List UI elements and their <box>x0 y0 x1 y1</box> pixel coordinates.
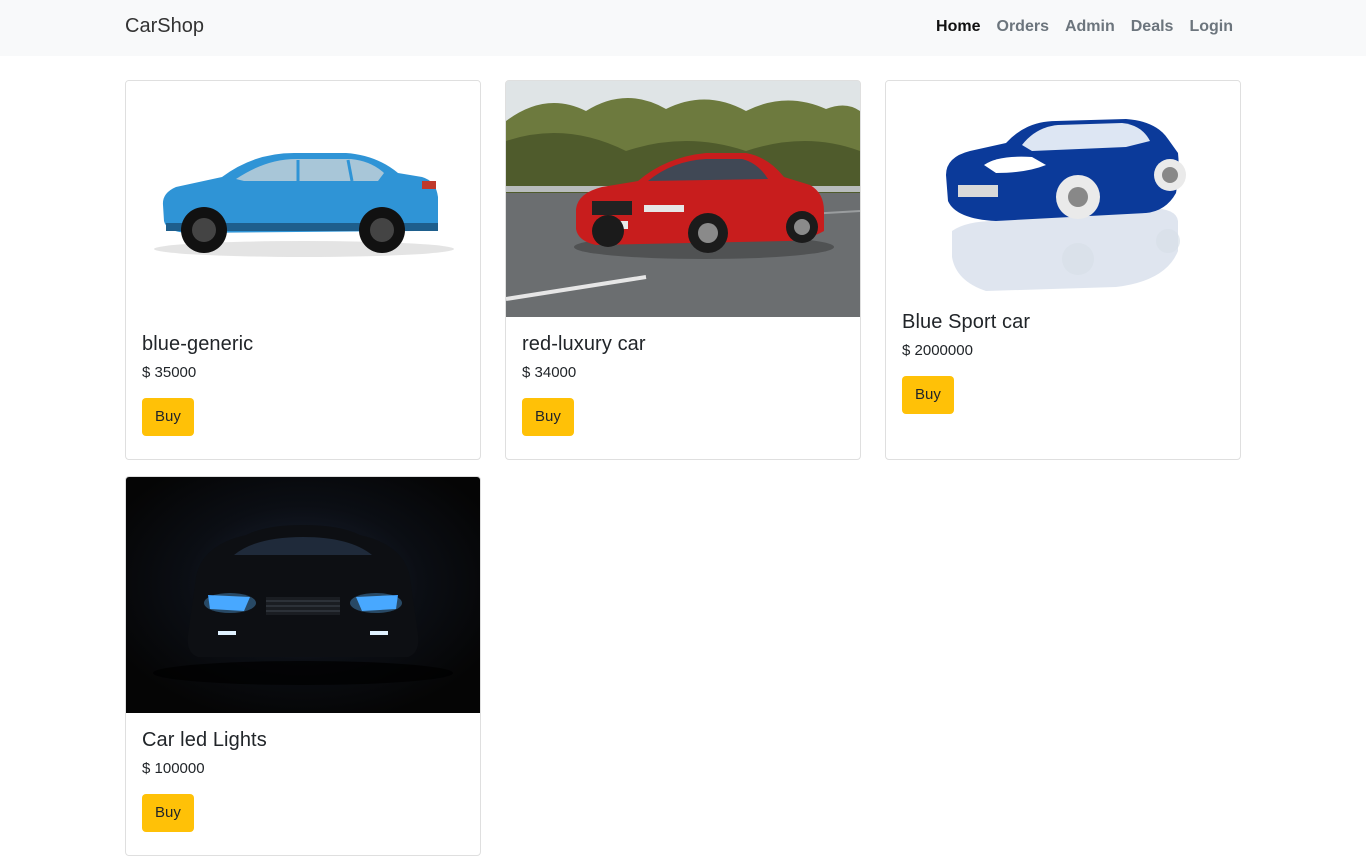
car-image-red-luxury <box>506 81 860 317</box>
car-image-led-lights <box>126 477 480 713</box>
card-title: Car led Lights <box>142 729 267 751</box>
nav-orders[interactable]: Orders <box>997 18 1049 36</box>
brand-link[interactable]: CarShop <box>125 15 204 38</box>
nav-home[interactable]: Home <box>936 18 980 36</box>
buy-button[interactable]: Buy <box>142 794 194 832</box>
buy-button[interactable]: Buy <box>142 398 194 436</box>
card-title: Blue Sport car <box>902 311 1031 333</box>
card-title: blue-generic <box>142 333 254 355</box>
card-price: $ 100000 <box>142 760 205 777</box>
product-card: Car led Lights $ 100000 Buy <box>125 476 481 856</box>
nav-login[interactable]: Login <box>1189 18 1233 36</box>
car-image-blue-sport <box>886 81 1240 295</box>
product-card: red-luxury car $ 34000 Buy <box>505 80 861 460</box>
buy-button[interactable]: Buy <box>902 376 954 414</box>
product-card: blue-generic $ 35000 Buy <box>125 80 481 460</box>
nav-admin[interactable]: Admin <box>1065 18 1115 36</box>
nav-deals[interactable]: Deals <box>1131 18 1174 36</box>
nav-links: Home Orders Admin Deals Login <box>936 18 1233 36</box>
card-price: $ 2000000 <box>902 342 973 359</box>
card-price: $ 34000 <box>522 364 577 381</box>
car-image-blue-generic <box>126 81 480 317</box>
product-card: Blue Sport car $ 2000000 Buy <box>885 80 1241 460</box>
card-title: red-luxury car <box>522 333 646 355</box>
card-price: $ 35000 <box>142 364 197 381</box>
buy-button[interactable]: Buy <box>522 398 574 436</box>
navbar: CarShop Home Orders Admin Deals Login <box>0 0 1366 56</box>
